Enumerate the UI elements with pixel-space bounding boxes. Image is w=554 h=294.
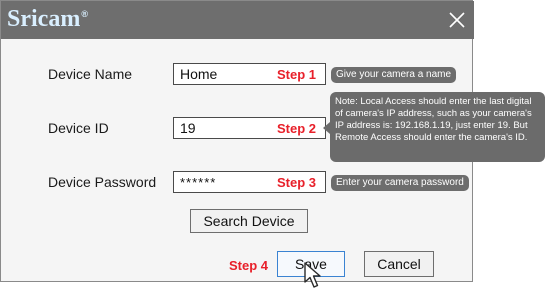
device-id-label: Device ID bbox=[48, 120, 109, 136]
note-pointer bbox=[323, 122, 330, 134]
note-line-4: Remote Access should enter the camera's … bbox=[335, 132, 528, 143]
brand-logo: Sricam® bbox=[7, 6, 88, 33]
device-password-hint: Enter your camera password bbox=[331, 175, 469, 191]
close-icon[interactable] bbox=[443, 5, 471, 33]
note-line-1: Note: Local Access should enter the last… bbox=[335, 96, 532, 107]
brand-name: Sricam bbox=[7, 6, 81, 32]
note-line-3: IP address is: 192.168.1.19, just enter … bbox=[335, 120, 528, 131]
device-name-label: Device Name bbox=[48, 66, 133, 82]
title-bar: Sricam® bbox=[1, 1, 474, 39]
ip-address-note: Note: Local Access should enter the last… bbox=[323, 92, 545, 162]
device-password-label: Device Password bbox=[48, 174, 157, 190]
step-4-label: Step 4 bbox=[229, 258, 269, 273]
registered-mark: ® bbox=[81, 9, 88, 19]
step-2-label: Step 2 bbox=[277, 121, 317, 136]
cancel-button[interactable]: Cancel bbox=[364, 251, 434, 277]
step-3-label: Step 3 bbox=[277, 175, 317, 190]
note-line-2: of camera's IP address, such as your cam… bbox=[335, 108, 532, 119]
device-name-hint: Give your camera a name bbox=[331, 67, 457, 83]
search-device-button[interactable]: Search Device bbox=[190, 209, 308, 233]
step-1-label: Step 1 bbox=[277, 67, 317, 82]
mouse-pointer-icon bbox=[303, 262, 329, 294]
